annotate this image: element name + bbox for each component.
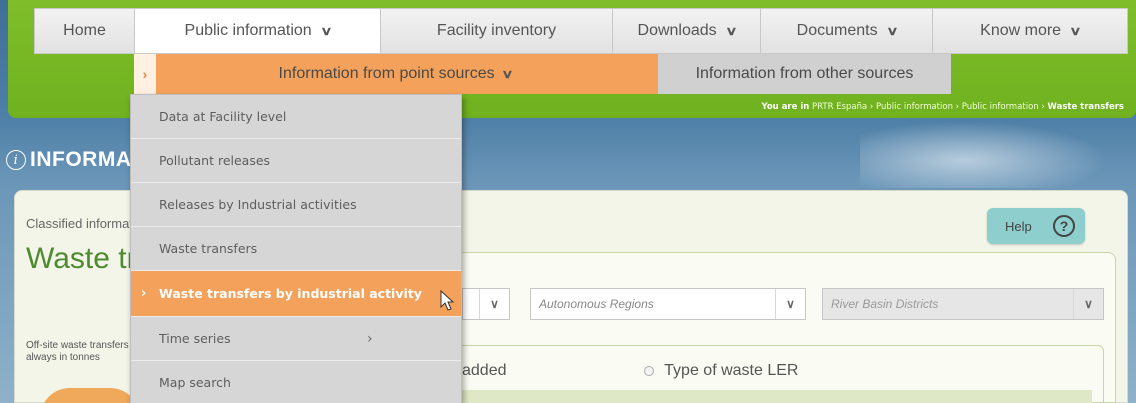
nav-documents[interactable]: Documents ∨ [761,9,933,53]
radio-added[interactable]: added [462,362,507,380]
breadcrumb-link[interactable]: Public information [962,102,1039,112]
nav-home-label: Home [63,22,106,39]
chevron-down-icon: ∨ [1069,24,1082,38]
radio-circle-icon [644,365,654,376]
nav-know-more-label: Know more [980,22,1062,39]
nav-know-more[interactable]: Know more ∨ [933,9,1127,53]
cursor-icon [440,290,455,311]
select-first[interactable]: ∨ [462,288,510,320]
select-autonomous-regions[interactable]: Autonomous Regions ∨ [530,288,806,320]
breadcrumb-link[interactable]: PRTR España [812,102,867,112]
menu-item-waste-by-activity[interactable]: › Waste transfers by industrial activity [131,271,461,317]
nav-facility-inventory[interactable]: Facility inventory [381,9,613,53]
clouds-decoration [860,118,1120,188]
breadcrumb-current: Waste transfers [1047,102,1124,112]
main-nav: Home Public information ∨ Facility inven… [34,8,1128,54]
chevron-right-icon: › [141,286,147,301]
menu-item-label: Data at Facility level [159,109,287,124]
breadcrumb: You are in PRTR España › Public informat… [761,102,1124,112]
offsite-note: Off-site waste transfers always in tonne… [26,340,129,363]
chevron-right-icon: › [134,54,156,94]
help-button[interactable]: Help ? [987,208,1085,244]
menu-item-map-search[interactable]: Map search [131,361,461,403]
info-icon: i [6,150,26,170]
help-label: Help [1005,218,1032,234]
select-river-basin-label: River Basin Districts [831,297,939,311]
chevron-down-icon: ∨ [724,24,738,38]
radio-added-label: added [462,362,507,379]
chevron-down-icon: ∨ [319,24,333,38]
menu-item-label: Waste transfers by industrial activity [159,286,422,301]
sub-nav: › Information from point sources ∨ Infor… [134,54,1128,94]
radio-type-of-waste[interactable]: Type of waste LER [644,362,798,380]
subnav-other-sources-label: Information from other sources [695,65,914,82]
nav-downloads[interactable]: Downloads ∨ [613,9,761,53]
menu-item-time-series[interactable]: Time series › [131,317,461,361]
dropdown-menu: Data at Facility level Pollutant release… [130,94,462,403]
chevron-down-icon: ∨ [500,67,514,81]
nav-public-information[interactable]: Public information ∨ [135,9,381,53]
question-icon: ? [1053,215,1075,237]
subnav-spacer [634,54,658,94]
menu-item-label: Releases by Industrial activities [159,197,357,212]
nav-public-information-label: Public information [184,22,312,39]
chevron-down-icon: ∨ [885,24,899,38]
menu-item-label: Waste transfers [159,241,258,256]
table-header-strip [462,390,1092,403]
radio-type-of-waste-label: Type of waste LER [664,362,799,379]
menu-item-label: Time series [159,331,231,346]
breadcrumb-link[interactable]: Public information [876,102,953,112]
chevron-right-icon: › [367,330,373,347]
select-autonomous-regions-label: Autonomous Regions [539,297,654,311]
subnav-other-sources[interactable]: Information from other sources [658,54,951,94]
subnav-point-sources[interactable]: Information from point sources ∨ [156,54,634,94]
nav-facility-inventory-label: Facility inventory [436,22,557,39]
chevron-down-icon: ∨ [775,289,805,319]
subnav-point-sources-label: Information from point sources [278,65,495,82]
breadcrumb-prefix: You are in [761,102,810,112]
chevron-down-icon: ∨ [479,289,509,319]
menu-item-label: Pollutant releases [159,153,271,168]
menu-item-label: Map search [159,375,231,390]
menu-item-waste-transfers[interactable]: Waste transfers [131,227,461,271]
chevron-down-icon: ∨ [1073,289,1103,319]
nav-downloads-label: Downloads [637,22,717,39]
menu-item-pollutant-releases[interactable]: Pollutant releases [131,139,461,183]
nav-home[interactable]: Home [35,9,135,53]
select-river-basin[interactable]: River Basin Districts ∨ [822,288,1104,320]
menu-item-releases-industrial[interactable]: Releases by Industrial activities [131,183,461,227]
nav-documents-label: Documents [796,22,878,39]
menu-item-facility-level[interactable]: Data at Facility level [131,95,461,139]
